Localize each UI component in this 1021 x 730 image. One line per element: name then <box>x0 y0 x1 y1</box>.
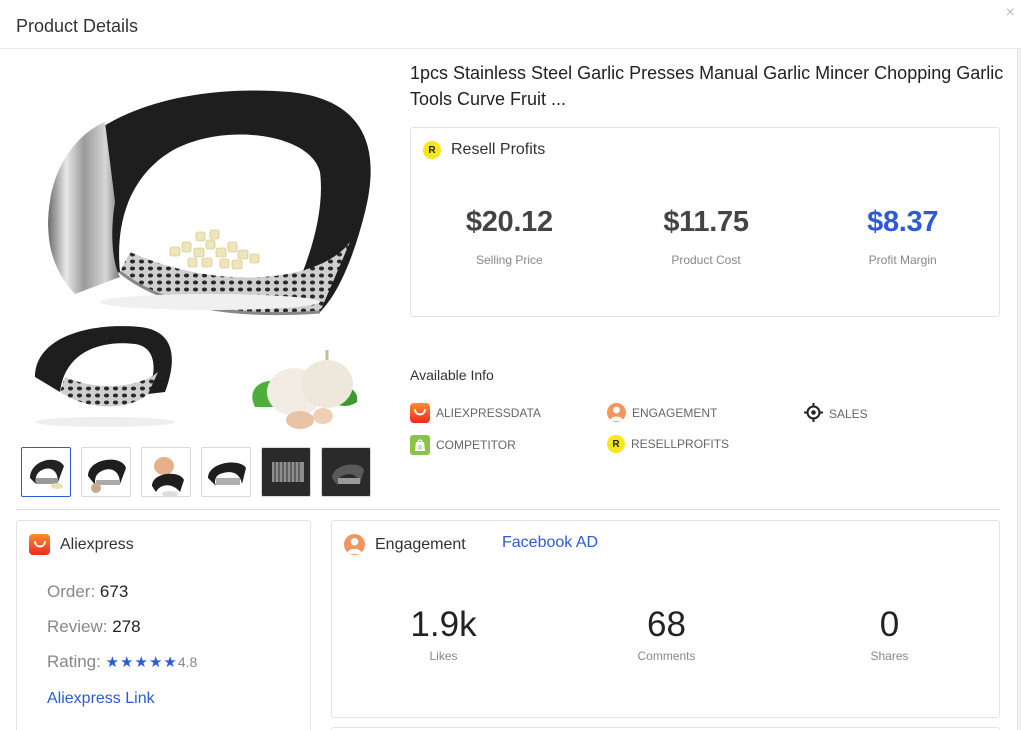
thumbnail-1[interactable] <box>21 447 71 497</box>
likes-value: 1.9k <box>410 605 477 644</box>
likes-label: Likes <box>429 649 458 663</box>
product-cost-label: Product Cost <box>671 253 741 267</box>
available-info-label: Available Info <box>410 367 494 383</box>
product-cost-metric: $11.75 Product Cost <box>608 206 805 267</box>
shares-value: 0 <box>879 605 900 644</box>
close-icon[interactable]: × <box>1006 4 1015 22</box>
order-row: Order: 673 <box>47 581 197 616</box>
thumbnail-3[interactable] <box>141 447 191 497</box>
selling-price-label: Selling Price <box>475 253 543 267</box>
selling-price-metric: $20.12 Selling Price <box>411 206 608 267</box>
comments-metric: 68 Comments <box>555 605 778 663</box>
engagement-icon <box>607 403 626 422</box>
thumbnail-strip <box>21 447 371 497</box>
resell-profits-card: R Resell Profits $20.12 Selling Price $1… <box>410 127 1000 317</box>
available-info-sales: SALES <box>804 403 868 425</box>
scrollbar[interactable] <box>1017 49 1021 730</box>
available-info-aliexpressdata: ALIEXPRESSDATA <box>410 403 541 423</box>
resell-profits-header: R Resell Profits <box>423 141 545 159</box>
comments-value: 68 <box>647 605 686 644</box>
selling-price-value: $20.12 <box>465 206 553 238</box>
comments-label: Comments <box>637 649 696 663</box>
available-info-label-aliexpressdata: ALIEXPRESSDATA <box>436 406 541 420</box>
modal-title: Product Details <box>16 16 139 36</box>
shares-label: Shares <box>870 649 909 663</box>
available-info-resellprofits: R RESELLPROFITS <box>607 435 729 453</box>
order-value: 673 <box>99 582 129 601</box>
available-info-label-resellprofits: RESELLPROFITS <box>631 437 730 451</box>
main-product-image <box>20 62 390 432</box>
aliexpress-stats: Order: 673 Review: 278 Rating: ★★★★★4.8 <box>47 581 197 686</box>
rating-value: 4.8 <box>177 654 198 670</box>
profit-margin-label: Profit Margin <box>868 253 937 267</box>
profit-metrics: $20.12 Selling Price $11.75 Product Cost… <box>411 206 1001 267</box>
engagement-metrics: 1.9k Likes 68 Comments 0 Shares <box>332 605 1001 663</box>
thumbnail-4[interactable] <box>201 447 251 497</box>
engagement-icon <box>344 534 365 555</box>
rating-label: Rating: <box>47 652 101 671</box>
resellprofits-icon: R <box>607 435 625 453</box>
section-divider <box>16 509 1000 510</box>
product-cost-value: $11.75 <box>663 206 749 238</box>
aliexpress-icon <box>410 403 430 423</box>
thumbnail-5[interactable] <box>261 447 311 497</box>
engagement-header: Engagement <box>344 534 466 555</box>
review-row: Review: 278 <box>47 616 197 651</box>
aliexpress-card: Aliexpress Order: 673 Review: 278 Rating… <box>16 520 311 730</box>
thumbnail-6[interactable] <box>321 447 371 497</box>
shopify-bag-icon: S <box>410 435 430 455</box>
engagement-heading: Engagement <box>375 535 466 553</box>
review-label: Review: <box>47 617 108 636</box>
order-label: Order: <box>47 582 96 601</box>
available-info-competitor: S COMPETITOR <box>410 435 516 455</box>
rating-row: Rating: ★★★★★4.8 <box>47 651 197 686</box>
likes-metric: 1.9k Likes <box>332 605 555 663</box>
shares-metric: 0 Shares <box>778 605 1001 663</box>
resellprofits-icon: R <box>423 141 441 159</box>
profit-margin-metric: $8.37 Profit Margin <box>804 206 1001 267</box>
aliexpress-icon <box>29 534 50 555</box>
thumbnail-2[interactable] <box>81 447 131 497</box>
product-title: 1pcs Stainless Steel Garlic Presses Manu… <box>410 63 1004 109</box>
review-value: 278 <box>112 617 141 636</box>
modal-header: Product Details × <box>0 0 1021 49</box>
aliexpress-heading: Aliexpress <box>60 535 134 553</box>
available-info-label-sales: SALES <box>829 407 868 421</box>
profit-margin-value: $8.37 <box>867 206 939 238</box>
svg-text:S: S <box>418 446 422 452</box>
aliexpress-header: Aliexpress <box>29 534 134 555</box>
aliexpress-link[interactable]: Aliexpress Link <box>47 690 155 708</box>
rating-stars-icon: ★★★★★ <box>105 654 178 671</box>
available-info-label-competitor: COMPETITOR <box>436 438 516 452</box>
available-info-engagement: ENGAGEMENT <box>607 403 717 422</box>
crosshair-icon <box>804 403 823 425</box>
engagement-card: Engagement Facebook AD 1.9k Likes 68 Com… <box>331 520 1000 718</box>
resell-profits-heading: Resell Profits <box>451 141 546 158</box>
available-info-label-engagement: ENGAGEMENT <box>632 405 718 420</box>
facebook-ad-link[interactable]: Facebook AD <box>502 534 598 552</box>
